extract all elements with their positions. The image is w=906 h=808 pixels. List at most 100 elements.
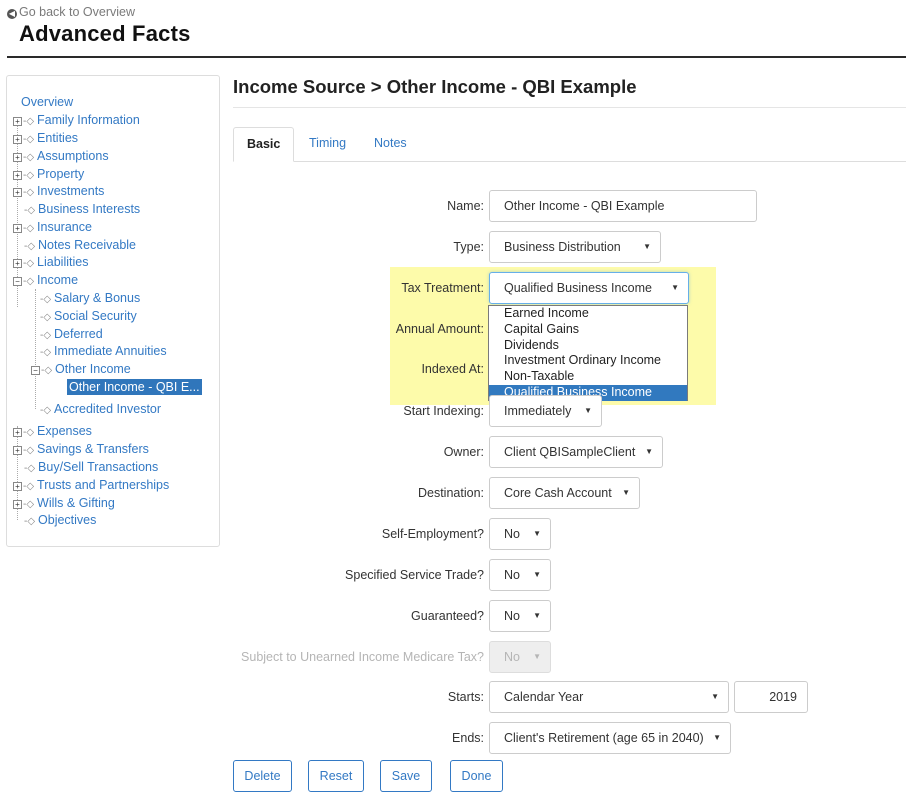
node-icon: -◇ xyxy=(23,223,35,234)
tax-option-dividends[interactable]: Dividends xyxy=(489,338,687,354)
tab-basic[interactable]: Basic xyxy=(233,127,295,162)
sidebar-item-trusts[interactable]: + -◇ Trusts and Partnerships xyxy=(13,476,169,494)
node-icon: -◇ xyxy=(23,499,35,510)
dropdown-arrow-icon: ▼ xyxy=(622,488,630,497)
dropdown-arrow-icon: ▼ xyxy=(645,447,653,456)
sidebar-item-income[interactable]: − -◇ Income xyxy=(13,271,78,289)
node-icon: -◇ xyxy=(41,365,53,376)
dropdown-arrow-icon: ▼ xyxy=(713,733,721,742)
sidebar-item-insurance[interactable]: + -◇ Insurance xyxy=(13,218,92,236)
expand-icon[interactable]: + xyxy=(13,135,22,144)
sidebar-item-liabilities[interactable]: + -◇ Liabilities xyxy=(13,253,88,271)
node-icon: -◇ xyxy=(40,330,52,341)
node-icon: -◇ xyxy=(23,258,35,269)
sidebar-item-salary-bonus[interactable]: -◇ Salary & Bonus xyxy=(40,289,140,307)
delete-button[interactable]: Delete xyxy=(233,760,292,792)
guaranteed-select[interactable]: No ▼ xyxy=(489,600,551,632)
sidebar-item-investments[interactable]: + -◇ Investments xyxy=(13,182,104,200)
sidebar-item-entities[interactable]: + -◇ Entities xyxy=(13,129,78,147)
tax-option-earned-income[interactable]: Earned Income xyxy=(489,306,687,322)
start-indexing-select[interactable]: Immediately ▼ xyxy=(489,395,602,427)
sidebar-item-accredited-investor[interactable]: -◇ Accredited Investor xyxy=(40,400,161,418)
expand-icon[interactable]: + xyxy=(13,117,22,126)
expand-icon[interactable]: + xyxy=(13,428,22,437)
specified-service-trade-select[interactable]: No ▼ xyxy=(489,559,551,591)
dropdown-arrow-icon: ▼ xyxy=(533,570,541,579)
node-icon: -◇ xyxy=(40,405,52,416)
collapse-icon[interactable]: − xyxy=(13,277,22,286)
name-field[interactable]: Other Income - QBI Example xyxy=(489,190,757,222)
start-indexing-label: Start Indexing: xyxy=(403,404,484,418)
starts-select[interactable]: Calendar Year ▼ xyxy=(489,681,729,713)
ends-select[interactable]: Client's Retirement (age 65 in 2040) ▼ xyxy=(489,722,731,754)
node-icon: -◇ xyxy=(23,276,35,287)
node-icon: -◇ xyxy=(23,427,35,438)
sidebar-item-business-interests[interactable]: -◇ Business Interests xyxy=(24,200,140,218)
sidebar-item-assumptions[interactable]: + -◇ Assumptions xyxy=(13,147,109,165)
node-icon: -◇ xyxy=(24,516,36,527)
node-icon: -◇ xyxy=(23,187,35,198)
sidebar-item-other-income[interactable]: − -◇ Other Income xyxy=(31,360,131,378)
tax-treatment-dropdown-list: Earned Income Capital Gains Dividends In… xyxy=(488,305,688,401)
tax-option-non-taxable[interactable]: Non-Taxable xyxy=(489,369,687,385)
node-icon: -◇ xyxy=(23,134,35,145)
sidebar-item-deferred[interactable]: -◇ Deferred xyxy=(40,325,103,343)
expand-icon[interactable]: + xyxy=(13,500,22,509)
starts-label: Starts: xyxy=(447,690,484,704)
sidebar-item-objectives[interactable]: -◇ Objectives xyxy=(24,511,96,529)
expand-icon[interactable]: + xyxy=(13,446,22,455)
sidebar-item-property[interactable]: + -◇ Property xyxy=(13,165,84,183)
dropdown-arrow-icon: ▼ xyxy=(533,529,541,538)
sidebar-item-buy-sell[interactable]: -◇ Buy/Sell Transactions xyxy=(24,458,158,476)
sidebar-item-immediate-annuities[interactable]: -◇ Immediate Annuities xyxy=(40,342,167,360)
node-icon: -◇ xyxy=(24,463,36,474)
tax-option-investment-ordinary-income[interactable]: Investment Ordinary Income xyxy=(489,353,687,369)
sidebar-item-expenses[interactable]: + -◇ Expenses xyxy=(13,422,92,440)
owner-label: Owner: xyxy=(443,445,484,459)
expand-icon[interactable]: + xyxy=(13,482,22,491)
tax-treatment-label: Tax Treatment: xyxy=(401,281,484,295)
medicare-tax-label: Subject to Unearned Income Medicare Tax? xyxy=(241,650,484,664)
dropdown-arrow-icon: ▼ xyxy=(533,652,541,661)
back-link-label: Go back to Overview xyxy=(19,5,136,19)
tab-timing[interactable]: Timing xyxy=(296,127,359,162)
section-title: Income Source > Other Income - QBI Examp… xyxy=(233,76,637,97)
type-select[interactable]: Business Distribution ▼ xyxy=(489,231,661,263)
expand-icon[interactable]: + xyxy=(13,224,22,233)
sidebar-item-wills[interactable]: + -◇ Wills & Gifting xyxy=(13,494,115,512)
done-button[interactable]: Done xyxy=(450,760,503,792)
node-icon: -◇ xyxy=(40,312,52,323)
self-employment-select[interactable]: No ▼ xyxy=(489,518,551,550)
owner-select[interactable]: Client QBISampleClient ▼ xyxy=(489,436,663,468)
expand-icon[interactable]: + xyxy=(13,259,22,268)
expand-icon[interactable]: + xyxy=(13,153,22,162)
save-button[interactable]: Save xyxy=(380,760,432,792)
sidebar-item-social-security[interactable]: -◇ Social Security xyxy=(40,307,137,325)
annual-amount-label: Annual Amount: xyxy=(395,322,484,336)
destination-select[interactable]: Core Cash Account ▼ xyxy=(489,477,640,509)
dropdown-arrow-icon: ▼ xyxy=(643,242,651,251)
expand-icon[interactable]: + xyxy=(13,188,22,197)
tax-option-capital-gains[interactable]: Capital Gains xyxy=(489,322,687,338)
sidebar-item-overview[interactable]: Overview xyxy=(21,93,73,111)
dropdown-arrow-icon: ▼ xyxy=(584,406,592,415)
collapse-icon[interactable]: − xyxy=(31,366,40,375)
back-to-overview-link[interactable]: ◀ Go back to Overview xyxy=(7,5,135,19)
node-icon: -◇ xyxy=(23,481,35,492)
reset-button[interactable]: Reset xyxy=(308,760,364,792)
node-icon: -◇ xyxy=(23,445,35,456)
sidebar-item-savings-transfers[interactable]: + -◇ Savings & Transfers xyxy=(13,440,149,458)
dropdown-arrow-icon: ▼ xyxy=(533,611,541,620)
sidebar-item-family-information[interactable]: + -◇ Family Information xyxy=(13,111,140,129)
tax-treatment-select[interactable]: Qualified Business Income ▼ xyxy=(489,272,689,304)
starts-year-field[interactable]: 2019 xyxy=(734,681,808,713)
tab-notes[interactable]: Notes xyxy=(361,127,420,162)
name-label: Name: xyxy=(447,199,484,213)
sidebar-tree: Overview + -◇ Family Information + -◇ Entiti… xyxy=(6,75,220,547)
self-employment-label: Self-Employment? xyxy=(381,527,484,541)
guaranteed-label: Guaranteed? xyxy=(411,609,484,623)
sidebar-item-other-income-qbi[interactable]: Other Income - QBI E... xyxy=(67,378,202,396)
sidebar-item-notes-receivable[interactable]: -◇ Notes Receivable xyxy=(24,236,136,254)
node-icon: -◇ xyxy=(23,116,35,127)
expand-icon[interactable]: + xyxy=(13,171,22,180)
